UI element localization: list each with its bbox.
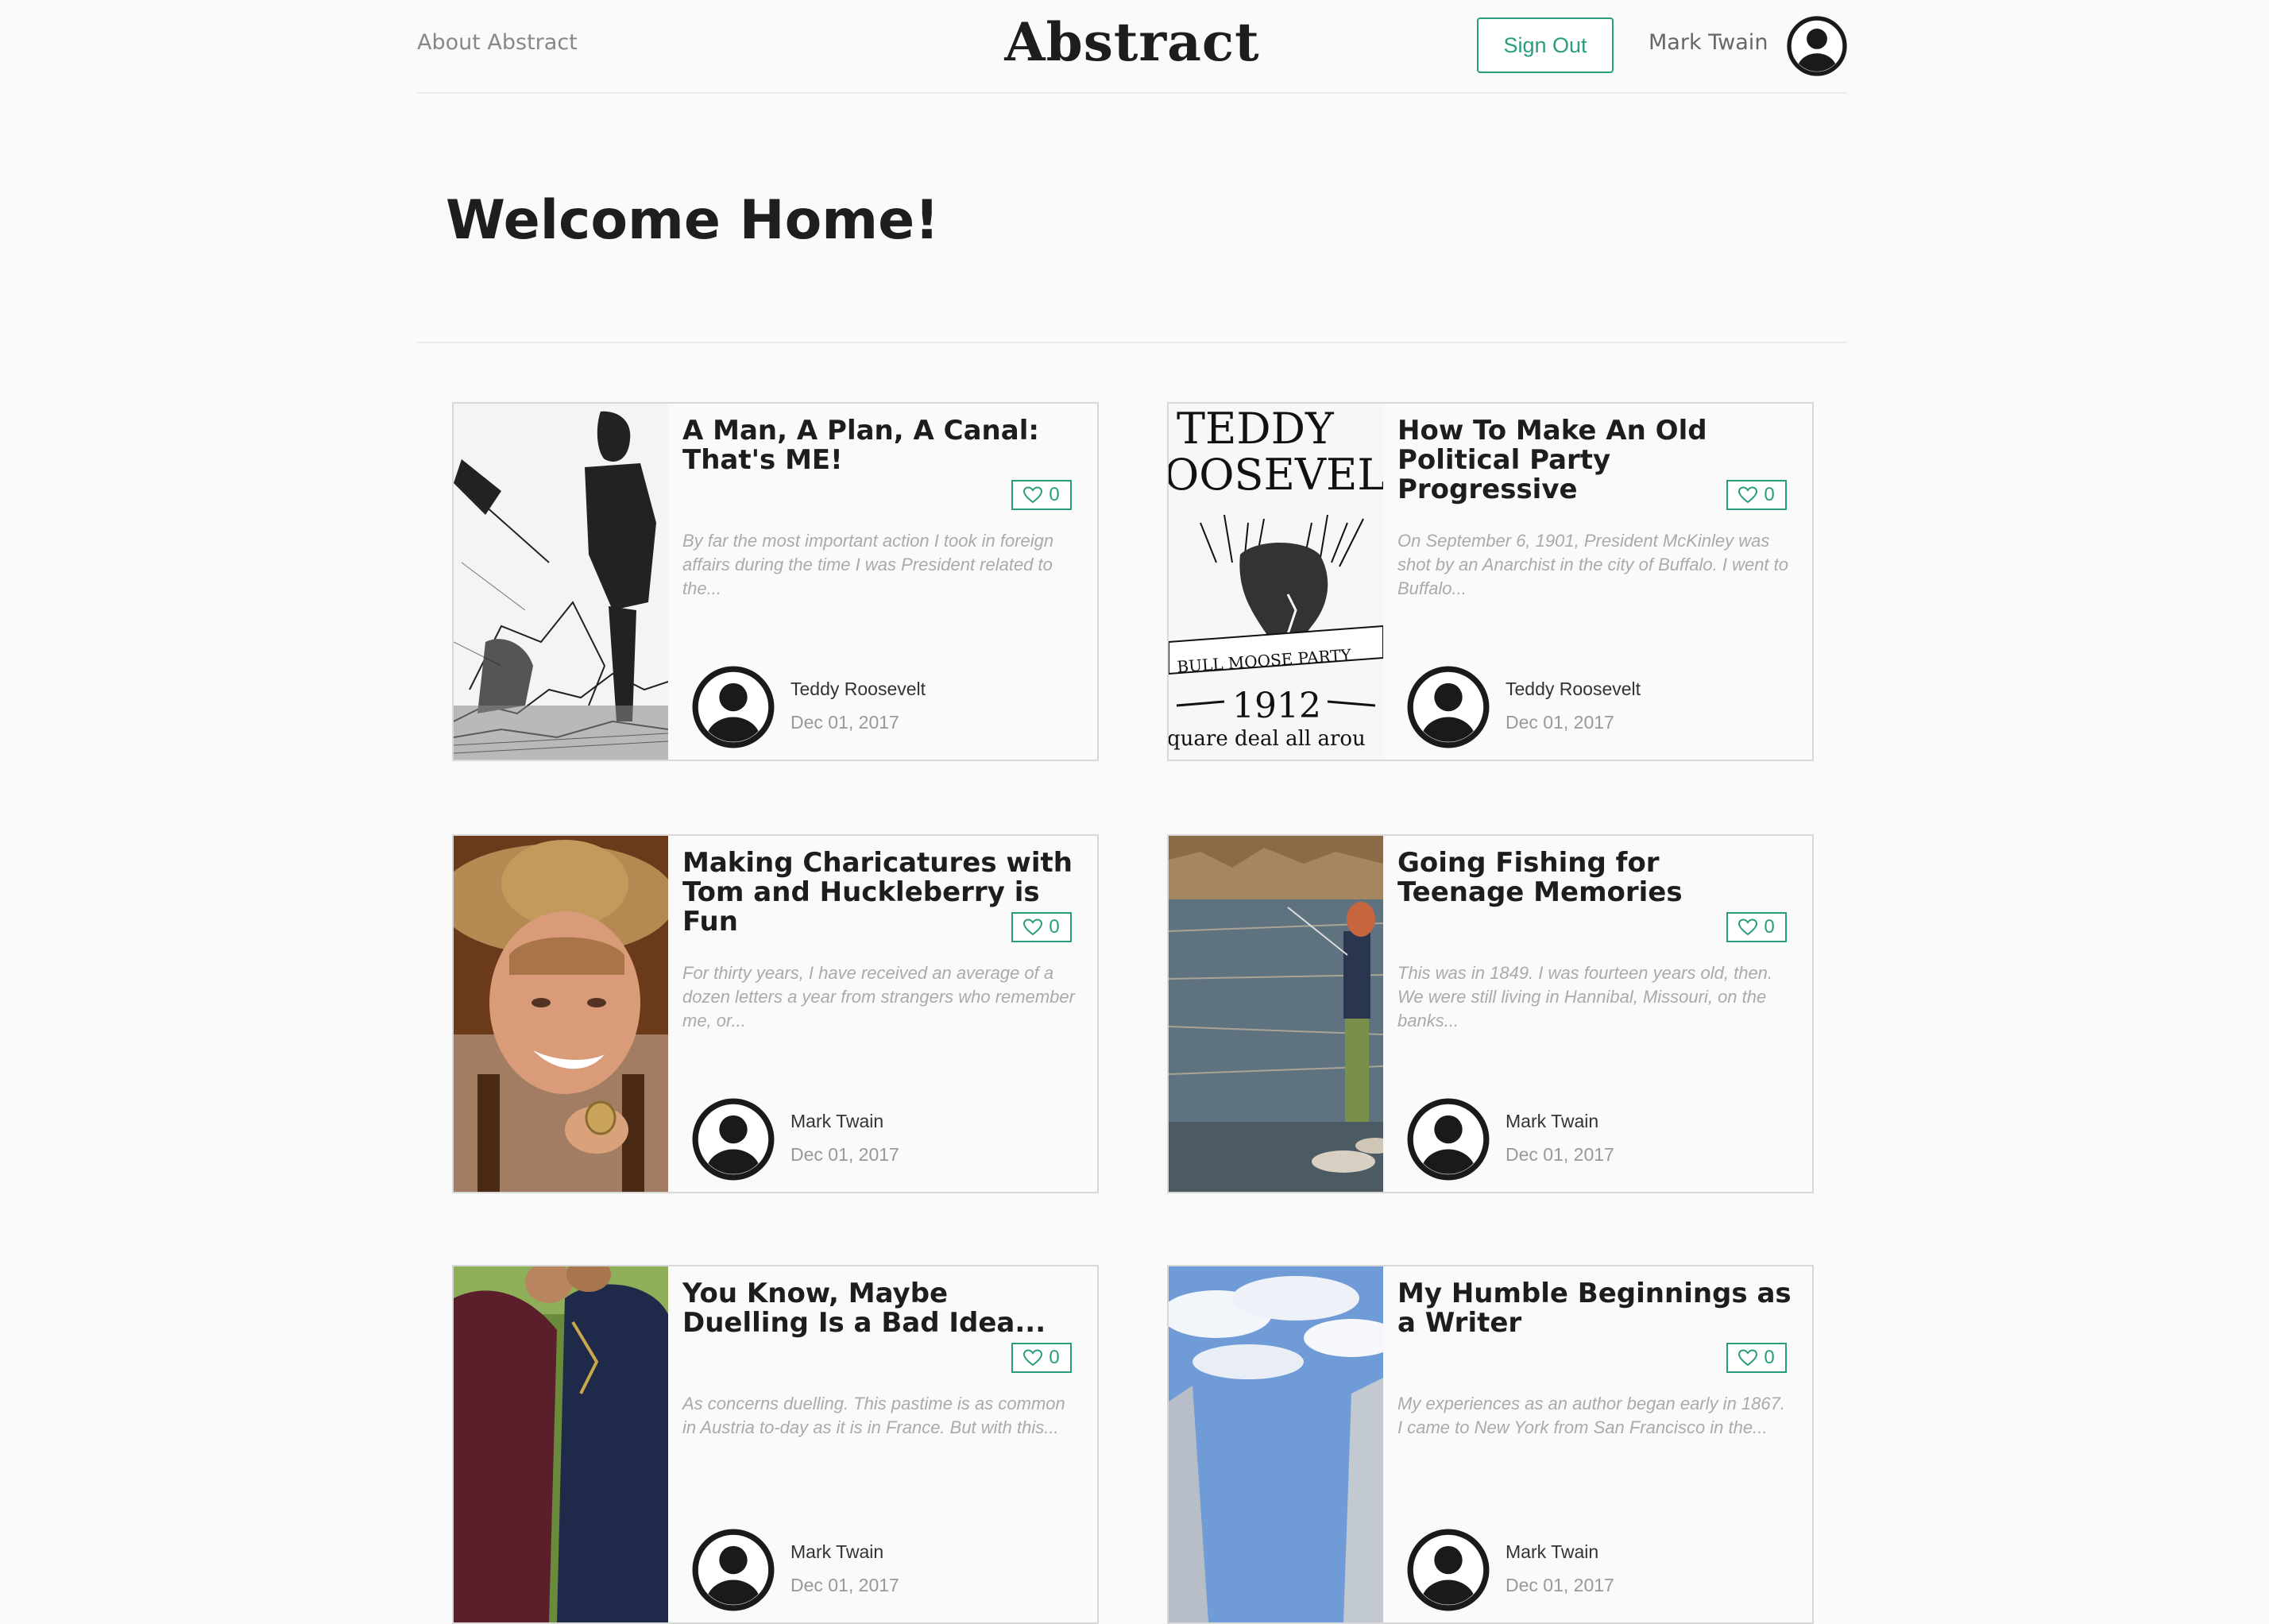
- like-button[interactable]: 0: [1726, 1343, 1787, 1373]
- boy-straw-hat-image: [454, 836, 668, 1192]
- post-card[interactable]: A Man, A Plan, A Canal: That's ME! 0 By …: [452, 402, 1099, 761]
- post-date: Dec 01, 2017: [1506, 1144, 1614, 1165]
- heart-icon: [1738, 1349, 1757, 1367]
- like-button[interactable]: 0: [1726, 912, 1787, 942]
- poster-slogan-text: quare deal all arou: [1169, 727, 1366, 751]
- author-avatar-icon[interactable]: [1407, 1529, 1490, 1611]
- like-button[interactable]: 0: [1011, 480, 1072, 510]
- post-excerpt: By far the most important action I took …: [682, 531, 1054, 598]
- river-fishing-image: [1169, 836, 1383, 1192]
- page-container: About Abstract Abstract Sign Out Mark Tw…: [417, 0, 1847, 1624]
- post-title[interactable]: A Man, A Plan, A Canal: That's ME!: [682, 416, 1080, 475]
- post-card[interactable]: Going Fishing for Teenage Memories 0 Thi…: [1167, 834, 1814, 1193]
- canal-cartoon-image: [454, 404, 668, 760]
- user-avatar-icon[interactable]: [1787, 16, 1847, 76]
- sign-out-button[interactable]: Sign Out: [1477, 17, 1614, 73]
- post-title[interactable]: Going Fishing for Teenage Memories: [1397, 849, 1795, 907]
- like-count: 0: [1049, 484, 1060, 505]
- post-excerpt: For thirty years, I have received an ave…: [682, 963, 1075, 1030]
- like-button[interactable]: 0: [1011, 1343, 1072, 1373]
- heart-icon: [1023, 1349, 1042, 1367]
- author-name[interactable]: Mark Twain: [790, 1111, 883, 1132]
- author-avatar-icon[interactable]: [692, 1529, 775, 1611]
- like-button[interactable]: 0: [1726, 480, 1787, 510]
- post-image[interactable]: [1169, 1266, 1383, 1622]
- post-card[interactable]: TEDDY OOSEVEL BULL MOOSE PARTY 1912 quar…: [1167, 402, 1814, 761]
- author-avatar-icon[interactable]: [1407, 666, 1490, 748]
- post-image[interactable]: [454, 836, 668, 1192]
- like-count: 0: [1764, 1347, 1775, 1368]
- like-count: 0: [1049, 1347, 1060, 1368]
- post-title[interactable]: My Humble Beginnings as a Writer: [1397, 1279, 1795, 1338]
- heart-icon: [1023, 486, 1042, 504]
- post-date: Dec 01, 2017: [790, 1575, 899, 1595]
- brand-logo[interactable]: Abstract: [417, 11, 1847, 73]
- poster-year-text: 1912: [1232, 686, 1321, 726]
- author-name[interactable]: Teddy Roosevelt: [790, 679, 926, 700]
- author-avatar-icon[interactable]: [692, 1098, 775, 1181]
- post-card[interactable]: Making Charicatures with Tom and Huckleb…: [452, 834, 1099, 1193]
- poster-text-roosevelt: OOSEVEL: [1169, 450, 1383, 500]
- post-date: Dec 01, 2017: [790, 1144, 899, 1165]
- current-user-name[interactable]: Mark Twain: [1649, 30, 1768, 55]
- post-excerpt: As concerns duelling. This pastime is as…: [682, 1394, 1065, 1437]
- page-title: Welcome Home!: [446, 189, 940, 252]
- hero-section: Welcome Home!: [417, 94, 1847, 343]
- author-name[interactable]: Teddy Roosevelt: [1506, 679, 1641, 700]
- heart-icon: [1738, 486, 1757, 504]
- post-date: Dec 01, 2017: [1506, 712, 1614, 733]
- author-name[interactable]: Mark Twain: [1506, 1541, 1598, 1563]
- post-image[interactable]: TEDDY OOSEVEL BULL MOOSE PARTY 1912 quar…: [1169, 404, 1383, 760]
- author-avatar-icon[interactable]: [692, 666, 775, 748]
- duelists-image: [454, 1266, 668, 1622]
- sky-cliffs-image: [1169, 1266, 1383, 1622]
- like-count: 0: [1049, 916, 1060, 938]
- post-excerpt: This was in 1849. I was fourteen years o…: [1397, 963, 1773, 1030]
- like-count: 0: [1764, 916, 1775, 938]
- author-avatar-icon[interactable]: [1407, 1098, 1490, 1181]
- heart-icon: [1023, 918, 1042, 936]
- like-count: 0: [1764, 484, 1775, 505]
- heart-icon: [1738, 918, 1757, 936]
- post-image[interactable]: [454, 1266, 668, 1622]
- post-excerpt: On September 6, 1901, President McKinley…: [1397, 531, 1789, 598]
- top-navbar: About Abstract Abstract Sign Out Mark Tw…: [417, 0, 1847, 94]
- post-image[interactable]: [454, 404, 668, 760]
- like-button[interactable]: 0: [1011, 912, 1072, 942]
- post-card[interactable]: My Humble Beginnings as a Writer 0 My ex…: [1167, 1265, 1814, 1624]
- post-date: Dec 01, 2017: [1506, 1575, 1614, 1595]
- bull-moose-poster-image: TEDDY OOSEVEL BULL MOOSE PARTY 1912 quar…: [1169, 404, 1383, 760]
- post-image[interactable]: [1169, 836, 1383, 1192]
- poster-text-teddy: TEDDY: [1177, 404, 1335, 454]
- post-title[interactable]: You Know, Maybe Duelling Is a Bad Idea..…: [682, 1279, 1080, 1338]
- author-name[interactable]: Mark Twain: [790, 1541, 883, 1563]
- post-excerpt: My experiences as an author began early …: [1397, 1394, 1785, 1437]
- author-name[interactable]: Mark Twain: [1506, 1111, 1598, 1132]
- post-date: Dec 01, 2017: [790, 712, 899, 733]
- post-card[interactable]: You Know, Maybe Duelling Is a Bad Idea..…: [452, 1265, 1099, 1624]
